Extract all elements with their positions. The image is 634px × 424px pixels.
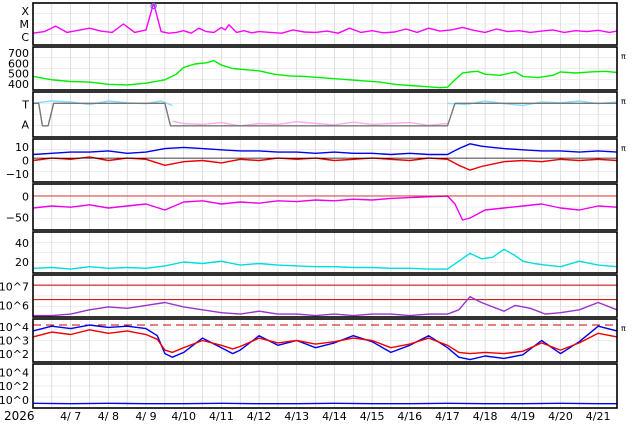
y-tick-label: 10^2 bbox=[0, 380, 29, 393]
x-tick-label: 4/18 bbox=[473, 410, 498, 423]
y-tick-label: X bbox=[21, 5, 29, 18]
x-tick-label: 4/20 bbox=[548, 410, 573, 423]
series-line bbox=[32, 143, 618, 156]
series-line bbox=[32, 2, 618, 34]
series-line bbox=[32, 156, 618, 171]
y-tick-label: 10^4 bbox=[0, 366, 29, 379]
x-tick-label: 4/16 bbox=[397, 410, 422, 423]
y-tick-label: 10^3 bbox=[0, 335, 29, 348]
y-tick-label: M bbox=[20, 18, 30, 31]
x-tick-label: 4/12 bbox=[247, 410, 272, 423]
y-tick-label: 40 bbox=[15, 237, 29, 250]
y-tick-label: −10 bbox=[6, 168, 29, 181]
y-tick-label: 10^4 bbox=[0, 321, 29, 334]
y-tick-label: −50 bbox=[6, 211, 29, 224]
x-tick-label: 4/19 bbox=[510, 410, 535, 423]
y-tick-label: T bbox=[21, 98, 29, 111]
x-tick-label: 4/10 bbox=[171, 410, 196, 423]
x-tick-label: 4/17 bbox=[435, 410, 460, 423]
x-tick-label: 4/ 8 bbox=[98, 410, 119, 423]
y-tick-label: 0 bbox=[22, 191, 29, 204]
panel-marker: π bbox=[621, 97, 626, 106]
x-start-label: 2026 bbox=[4, 409, 35, 423]
series-line bbox=[32, 59, 618, 89]
x-tick-label: 4/ 7 bbox=[60, 410, 81, 423]
panel-marker: π bbox=[621, 324, 626, 333]
y-tick-label: 10^0 bbox=[0, 394, 29, 407]
y-tick-label: 20 bbox=[15, 256, 29, 269]
y-tick-label: 10^7 bbox=[0, 280, 29, 293]
y-tick-label: 10 bbox=[15, 141, 29, 154]
y-tick-label: 400 bbox=[8, 78, 29, 91]
y-tick-label: A bbox=[21, 119, 29, 132]
panel-marker: π bbox=[621, 144, 626, 153]
x-tick-label: 4/21 bbox=[586, 410, 611, 423]
y-tick-label: 0 bbox=[22, 155, 29, 168]
y-tick-label: C bbox=[21, 31, 29, 44]
y-tick-label: 10^6 bbox=[0, 300, 29, 313]
chart-canvas: 2026 4/ 7 4/ 8 4/ 9 4/10 4/11 4/12 4/13 4/14 4/1… bbox=[0, 2, 626, 423]
panel-marker: π bbox=[621, 52, 626, 61]
x-tick-label: 4/13 bbox=[284, 410, 309, 423]
x-tick-label: 4/11 bbox=[209, 410, 234, 423]
y-tick-label: 10^2 bbox=[0, 348, 29, 361]
x-tick-label: 4/ 9 bbox=[135, 410, 156, 423]
x-tick-label: 4/14 bbox=[322, 410, 347, 423]
series-line bbox=[32, 195, 618, 221]
x-tick-label: 4/15 bbox=[360, 410, 385, 423]
